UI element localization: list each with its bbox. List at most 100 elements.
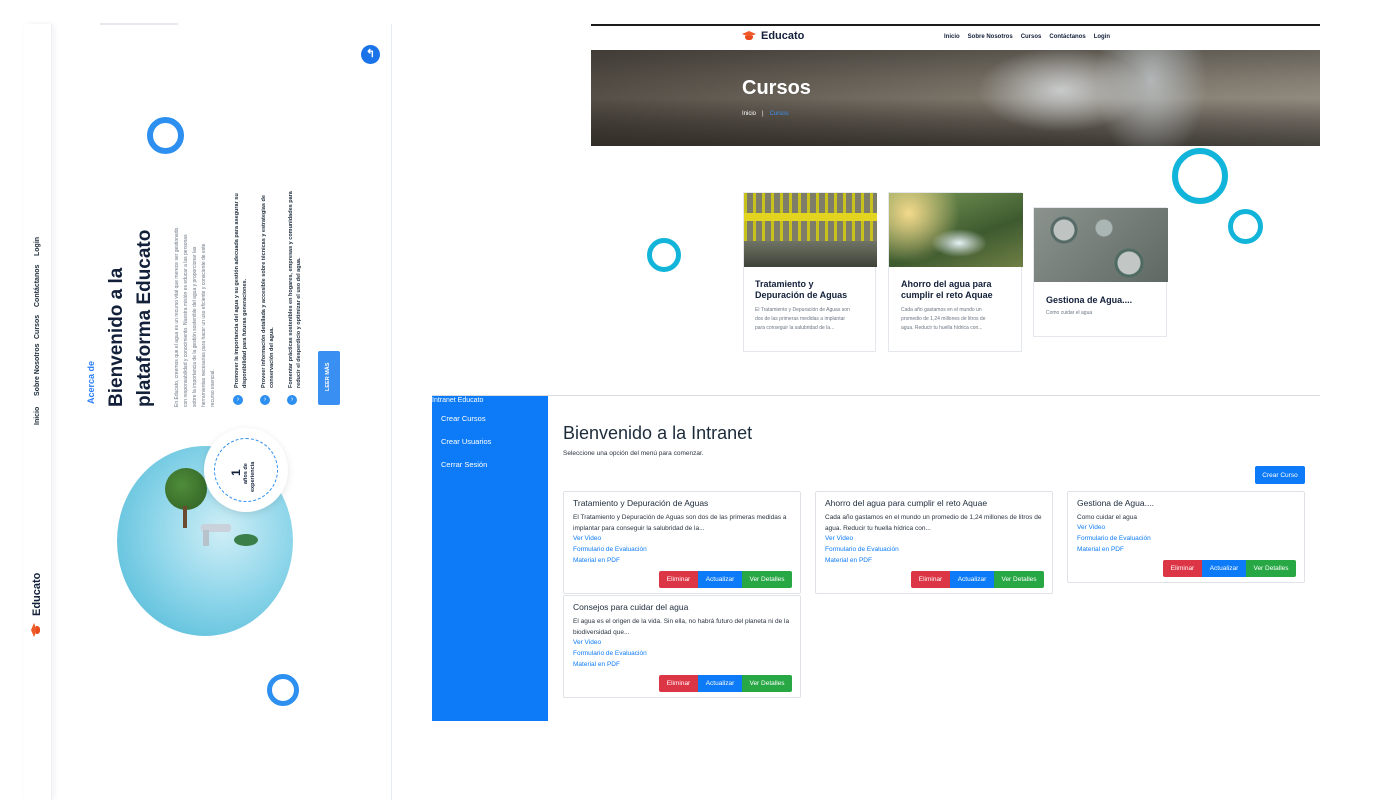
objective-bullet-line: Proveer información detallada y accesibl… bbox=[261, 195, 267, 388]
about-paragraph-line: En Educato, creemos que el agua es un re… bbox=[174, 227, 180, 407]
leer-mas-label: LEER MÁS bbox=[325, 362, 331, 391]
treatment-rail bbox=[744, 213, 877, 221]
ver-video-link[interactable]: Ver Video bbox=[573, 639, 601, 646]
decor-ring-bottom bbox=[267, 674, 299, 706]
cursos-logo-text: Educato bbox=[761, 30, 805, 42]
intranet-brand[interactable]: Intranet Educato bbox=[432, 397, 483, 404]
actualizar-button[interactable]: Actualizar bbox=[698, 675, 742, 692]
cursos-logo[interactable]: Educato bbox=[741, 30, 804, 42]
landing-top-divider bbox=[100, 23, 178, 25]
objective-bullet-line: conservación del agua. bbox=[269, 327, 275, 388]
objective-bullet-line: disponibilidad para futuras generaciones… bbox=[242, 278, 248, 388]
tree-canopy bbox=[165, 468, 207, 510]
about-paragraph-line: sobre la importancia de la gestión soste… bbox=[192, 246, 198, 407]
back-arrow-icon[interactable]: ↰ bbox=[361, 45, 380, 64]
sidebar-item-crear-usuarios[interactable]: Crear Usuarios bbox=[441, 437, 491, 446]
plant bbox=[234, 534, 258, 546]
menu-cursos[interactable]: Cursos bbox=[1021, 34, 1042, 40]
nav-cursos[interactable]: Cursos bbox=[34, 315, 41, 339]
menu-inicio[interactable]: Inicio bbox=[944, 34, 960, 40]
faucet-spout bbox=[203, 530, 209, 546]
course-desc-line: Como cuidar el agua bbox=[1046, 310, 1093, 316]
actualizar-button[interactable]: Actualizar bbox=[950, 571, 994, 588]
sidebar-item-crear-cursos[interactable]: Crear Cursos bbox=[441, 414, 486, 423]
eliminar-button[interactable]: Eliminar bbox=[911, 571, 950, 588]
ver-detalles-button[interactable]: Ver Detalles bbox=[742, 675, 792, 692]
intranet-subheading: Seleccione una opción del menú para come… bbox=[563, 450, 704, 457]
formulario-link[interactable]: Formulario de Evaluación bbox=[825, 546, 899, 553]
sidebar-item-cerrar-sesion[interactable]: Cerrar Sesión bbox=[441, 460, 487, 469]
objective-bullet-line: Fomentar prácticas sostenibles en hogare… bbox=[288, 191, 294, 388]
nav-sobre-nosotros[interactable]: Sobre Nosotros bbox=[34, 343, 41, 396]
about-paragraph-line: herramientas necesarias para hacer un us… bbox=[201, 243, 207, 407]
breadcrumb-home[interactable]: Inicio bbox=[742, 111, 756, 117]
pdf-link[interactable]: Material en PDF bbox=[825, 557, 872, 564]
course-image-water-treatment bbox=[744, 193, 877, 267]
formulario-link[interactable]: Formulario de Evaluación bbox=[573, 650, 647, 657]
pdf-link[interactable]: Material en PDF bbox=[573, 661, 620, 668]
landing-title-line2: plataforma Educato bbox=[134, 229, 155, 407]
actualizar-button[interactable]: Actualizar bbox=[1202, 560, 1246, 577]
leer-mas-button[interactable]: LEER MÁS bbox=[318, 351, 340, 405]
experience-number: 1 bbox=[229, 469, 243, 476]
ver-video-link[interactable]: Ver Video bbox=[1077, 524, 1105, 531]
experience-badge: 1 años de experiencia bbox=[204, 428, 288, 512]
cursos-panel: Educato Inicio Sobre Nosotros Cursos Con… bbox=[591, 24, 1320, 362]
intranet-sidebar: Intranet Educato Crear Cursos Crear Usua… bbox=[432, 396, 548, 721]
crear-curso-button[interactable]: Crear Curso bbox=[1255, 466, 1305, 484]
experience-label-2: experiencia bbox=[250, 461, 256, 492]
card-description: Cada año gastamos en el mundo un promedi… bbox=[825, 514, 1042, 532]
nav-login[interactable]: Login bbox=[34, 237, 41, 256]
breadcrumb-current: Cursos bbox=[769, 111, 789, 117]
check-icon: › bbox=[233, 395, 243, 405]
graduation-cap-icon bbox=[741, 30, 757, 42]
intranet-course-card: Consejos para cuidar del agua El agua es… bbox=[563, 595, 801, 698]
intranet-course-card: Ahorro del agua para cumplir el reto Aqu… bbox=[815, 491, 1053, 594]
ver-video-link[interactable]: Ver Video bbox=[825, 535, 853, 542]
card-description: El agua es el origen de la vida. Sin ell… bbox=[573, 618, 790, 636]
course-card[interactable]: Ahorro del agua para cumplir el reto Aqu… bbox=[888, 192, 1023, 352]
eliminar-button[interactable]: Eliminar bbox=[659, 571, 698, 588]
ver-detalles-button[interactable]: Ver Detalles bbox=[742, 571, 792, 588]
pdf-link[interactable]: Material en PDF bbox=[1077, 546, 1124, 553]
course-title-line1: Tratamiento y bbox=[755, 279, 814, 289]
card-description: Como cuidar el agua bbox=[1077, 514, 1137, 521]
landing-logo-text[interactable]: Educato bbox=[31, 573, 43, 616]
formulario-link[interactable]: Formulario de Evaluación bbox=[573, 546, 647, 553]
menu-sobre-nosotros[interactable]: Sobre Nosotros bbox=[968, 34, 1013, 40]
course-title-line2: cumplir el reto Aquae bbox=[901, 290, 993, 300]
course-card[interactable]: Gestiona de Agua.... Como cuidar el agua bbox=[1033, 207, 1168, 337]
objective-bullet-line: Promover la importancia del agua y su ge… bbox=[234, 193, 240, 388]
menu-login[interactable]: Login bbox=[1094, 34, 1110, 40]
nav-contactanos[interactable]: Contáctanos bbox=[34, 265, 41, 307]
tree-trunk bbox=[183, 506, 187, 528]
decor-ring-top bbox=[147, 117, 184, 154]
course-desc-line: Cada año gastamos en el mundo un bbox=[901, 307, 982, 313]
course-title-line1: Ahorro del agua para bbox=[901, 279, 992, 289]
breadcrumb-separator: | bbox=[762, 111, 764, 117]
hero-title: Cursos bbox=[742, 77, 811, 99]
formulario-link[interactable]: Formulario de Evaluación bbox=[1077, 535, 1151, 542]
cursos-menu: Inicio Sobre Nosotros Cursos Contáctanos… bbox=[944, 34, 1110, 40]
decor-ring-left bbox=[647, 238, 681, 272]
eliminar-button[interactable]: Eliminar bbox=[1163, 560, 1202, 577]
course-desc-line: promedio de 1,24 millones de litros de bbox=[901, 316, 986, 322]
card-title: Ahorro del agua para cumplir el reto Aqu… bbox=[825, 498, 988, 508]
eliminar-button[interactable]: Eliminar bbox=[659, 675, 698, 692]
ver-detalles-button[interactable]: Ver Detalles bbox=[1246, 560, 1296, 577]
course-image-hands-water bbox=[889, 193, 1023, 267]
ver-video-link[interactable]: Ver Video bbox=[573, 535, 601, 542]
nav-inicio[interactable]: Inicio bbox=[34, 407, 41, 425]
actualizar-button[interactable]: Actualizar bbox=[698, 571, 742, 588]
decor-ring-large bbox=[1172, 148, 1228, 204]
ver-detalles-button[interactable]: Ver Detalles bbox=[994, 571, 1044, 588]
decor-ring-small bbox=[1228, 209, 1263, 244]
experience-label-1: años de bbox=[243, 463, 249, 484]
menu-contactanos[interactable]: Contáctanos bbox=[1049, 34, 1085, 40]
graduation-cap-icon bbox=[30, 622, 42, 638]
intranet-panel: Intranet Educato Crear Cursos Crear Usua… bbox=[432, 395, 1320, 721]
pdf-link[interactable]: Material en PDF bbox=[573, 557, 620, 564]
about-paragraph-line: recurso esencial. bbox=[210, 369, 216, 407]
course-card[interactable]: Tratamiento y Depuración de Aguas El Tra… bbox=[743, 192, 877, 352]
intranet-course-card: Tratamiento y Depuración de Aguas El Tra… bbox=[563, 491, 801, 594]
